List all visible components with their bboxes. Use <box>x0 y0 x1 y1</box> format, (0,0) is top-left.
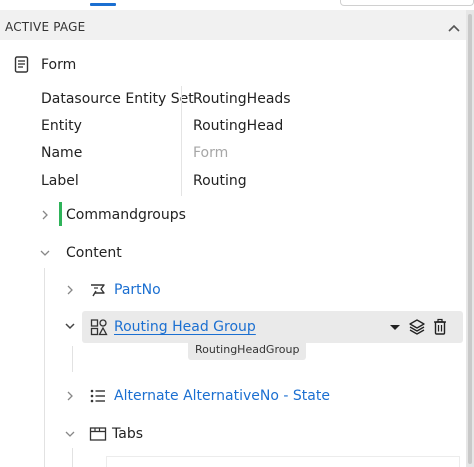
chevron-down-icon[interactable] <box>64 428 76 440</box>
tree-node-routing-head-group[interactable]: Routing Head Group <box>114 319 256 335</box>
child-container-edge <box>106 456 460 467</box>
tree-guide-line <box>44 268 45 467</box>
tree-node-commandgroups[interactable]: Commandgroups <box>66 207 186 223</box>
active-tab-indicator <box>90 3 116 6</box>
group-icon <box>90 319 108 336</box>
chevron-down-icon[interactable] <box>64 320 76 332</box>
trash-icon[interactable] <box>431 318 449 336</box>
form-icon <box>14 56 29 73</box>
tree-guide-line <box>72 448 73 467</box>
scrollbar-thumb[interactable] <box>468 14 472 464</box>
field-icon <box>91 284 105 297</box>
section-title: ACTIVE PAGE <box>5 20 86 34</box>
property-value-label[interactable]: Routing <box>193 173 247 189</box>
property-key-datasource: Datasource Entity Set <box>41 91 194 107</box>
tooltip-routing-head-group: RoutingHeadGroup <box>188 340 307 360</box>
tree-node-partno[interactable]: PartNo <box>114 282 161 298</box>
chevron-down-icon[interactable] <box>39 247 51 259</box>
top-search-box-edge[interactable] <box>340 0 474 6</box>
dropdown-caret-icon[interactable] <box>386 318 404 336</box>
tree-node-alternate[interactable]: Alternate AlternativeNo - State <box>114 388 330 404</box>
property-value-name[interactable]: Form <box>193 145 228 161</box>
property-value-datasource[interactable]: RoutingHeads <box>193 91 291 107</box>
property-key-name: Name <box>41 145 83 161</box>
tree-node-tabs[interactable]: Tabs <box>112 426 143 442</box>
chevron-right-icon[interactable] <box>64 284 76 296</box>
form-title: Form <box>41 57 77 73</box>
commandgroups-marker <box>59 202 62 226</box>
chevron-right-icon[interactable] <box>39 209 51 221</box>
layers-icon[interactable] <box>408 318 426 336</box>
property-key-entity: Entity <box>41 118 82 134</box>
property-key-label: Label <box>41 173 79 189</box>
collapse-caret-icon[interactable] <box>446 21 462 37</box>
property-value-entity[interactable]: RoutingHead <box>193 118 283 134</box>
chevron-right-icon[interactable] <box>64 390 76 402</box>
tree-node-content[interactable]: Content <box>66 245 122 261</box>
tabs-icon <box>89 427 107 441</box>
tree-guide-line <box>72 346 73 372</box>
list-icon <box>90 389 105 403</box>
section-header[interactable]: ACTIVE PAGE <box>0 10 466 40</box>
property-divider <box>181 86 182 196</box>
